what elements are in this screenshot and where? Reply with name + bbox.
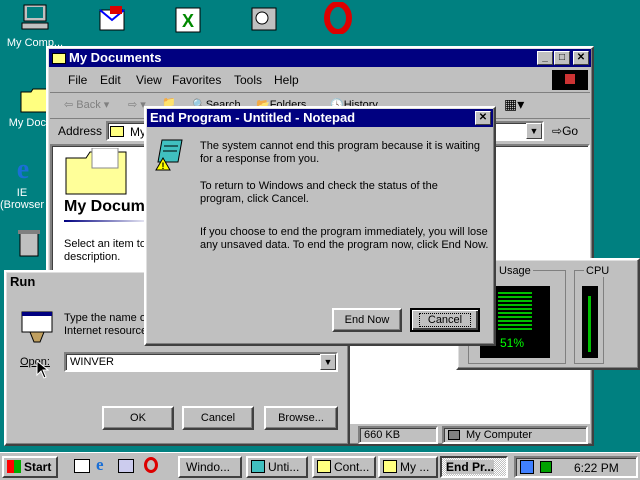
task-label: My ...	[400, 460, 430, 474]
end-program-dialog: End Program - Untitled - Notepad ✕ ! The…	[144, 106, 496, 346]
notepad-icon	[251, 460, 265, 473]
window-title: My Documents	[69, 50, 162, 65]
desktop-icon-ie[interactable]: e IE (Browser)	[0, 152, 46, 211]
cancel-button[interactable]: Cancel	[182, 406, 254, 430]
open-input[interactable]: WINVER ▼	[64, 352, 338, 372]
menu-help[interactable]: Help	[274, 73, 299, 87]
end-program-title: End Program - Untitled - Notepad	[150, 110, 356, 125]
windows-logo-icon	[552, 70, 588, 90]
back-label: Back	[76, 99, 101, 111]
task-label: Cont...	[334, 460, 370, 474]
run-icon	[21, 311, 53, 343]
run-prompt: Type the name o Internet resource	[64, 312, 148, 337]
start-button[interactable]: Start	[2, 456, 58, 478]
task-label: Windo...	[186, 460, 231, 474]
task-untitled[interactable]: Unti...	[246, 456, 308, 478]
svg-text:e: e	[17, 154, 29, 184]
computer-icon	[21, 4, 49, 30]
internet-explorer-icon[interactable]: e	[96, 455, 104, 475]
usage-bars	[498, 292, 532, 332]
browse-button[interactable]: Browse...	[264, 406, 338, 430]
end-now-button[interactable]: End Now	[332, 308, 402, 332]
end-program-titlebar[interactable]: End Program - Untitled - Notepad ✕	[147, 109, 493, 127]
end-program-message-3: If you choose to end the program immedia…	[200, 226, 489, 251]
folder-icon	[383, 460, 397, 473]
system-tray: 6:22 PM	[514, 456, 638, 478]
opera-icon[interactable]	[322, 1, 354, 35]
large-folder-icon	[65, 148, 127, 195]
cancel-button[interactable]: Cancel	[410, 308, 480, 332]
control-panel-icon	[317, 460, 331, 473]
task-control-panel[interactable]: Cont...	[312, 456, 376, 478]
folder-icon	[52, 53, 66, 65]
views-button[interactable]: ▦▾	[504, 96, 524, 113]
start-label: Start	[24, 460, 52, 474]
status-location-text: My Computer	[466, 429, 533, 441]
cancel-label: Cancel	[418, 313, 472, 327]
outlook-express-icon[interactable]	[118, 459, 134, 473]
monitor-icon[interactable]	[540, 461, 552, 473]
end-program-message-2: To return to Windows and check the statu…	[200, 180, 438, 205]
address-label: Address	[58, 124, 103, 138]
menu-view[interactable]: View	[136, 73, 162, 87]
menu-bar: File Edit View Favorites Tools Help	[50, 70, 590, 90]
usage-value: 51%	[500, 336, 525, 350]
close-button[interactable]: ✕	[475, 111, 491, 125]
status-location: My Computer	[442, 426, 588, 444]
cpu-graph	[582, 286, 598, 358]
quick-launch: e	[66, 455, 170, 477]
desktop-icon-my-computer[interactable]: My Comp...	[0, 2, 70, 49]
go-button[interactable]: ⇨Go	[552, 124, 578, 138]
excel-icon[interactable]: X	[172, 4, 204, 36]
task-windows[interactable]: Windo...	[178, 456, 242, 478]
cpu-label: CPU	[584, 265, 612, 277]
status-size-text: 660 KB	[364, 429, 401, 441]
menu-tools[interactable]: Tools	[234, 73, 262, 87]
end-program-message-1: The system cannot end this program becau…	[200, 140, 481, 165]
msn-icon[interactable]	[248, 4, 280, 36]
task-label: Unti...	[268, 460, 300, 474]
task-my-documents[interactable]: My ...	[378, 456, 438, 478]
desktop-icon-label: IE (Browser)	[0, 187, 44, 211]
go-label: Go	[562, 124, 579, 138]
taskbar: Start e Windo... Unti... Cont... My ... …	[0, 452, 640, 480]
svg-text:X: X	[182, 11, 194, 31]
svg-text:!: !	[162, 161, 165, 171]
folder-hint: Select an item to description.	[64, 238, 146, 263]
mouse-cursor-icon	[36, 360, 50, 379]
task-end-program[interactable]: End Pr...	[440, 456, 508, 478]
my-documents-titlebar[interactable]: My Documents _ □ ✕	[49, 49, 591, 67]
address-dropdown-button[interactable]: ▼	[526, 123, 542, 139]
computer-icon	[448, 430, 460, 440]
clock[interactable]: 6:22 PM	[574, 461, 619, 475]
outlook-icon[interactable]	[96, 4, 128, 36]
internet-explorer-icon: e	[17, 154, 29, 185]
show-desktop-icon[interactable]	[74, 459, 90, 473]
heading-underline	[64, 220, 154, 222]
opera-icon[interactable]	[144, 457, 158, 473]
minimize-button[interactable]: _	[537, 51, 553, 65]
status-size: 660 KB	[358, 426, 438, 444]
close-button[interactable]: ✕	[573, 51, 589, 65]
task-label: End Pr...	[446, 460, 495, 474]
menu-favorites[interactable]: Favorites	[172, 73, 221, 87]
folder-heading: My Docum	[64, 198, 145, 215]
menu-edit[interactable]: Edit	[100, 73, 121, 87]
menu-file[interactable]: File	[68, 73, 87, 87]
windows-flag-icon	[7, 460, 21, 473]
network-icon[interactable]	[520, 460, 534, 474]
open-value: WINVER	[70, 356, 114, 368]
ok-button[interactable]: OK	[102, 406, 174, 430]
open-dropdown-button[interactable]: ▼	[320, 354, 336, 370]
maximize-button[interactable]: □	[554, 51, 570, 65]
warning-notepad-icon: !	[155, 139, 183, 171]
recycle-bin-icon[interactable]	[14, 226, 44, 258]
run-title: Run	[10, 274, 36, 289]
folder-icon	[110, 126, 124, 137]
back-button[interactable]: ⇦ Back ▾	[64, 98, 109, 111]
